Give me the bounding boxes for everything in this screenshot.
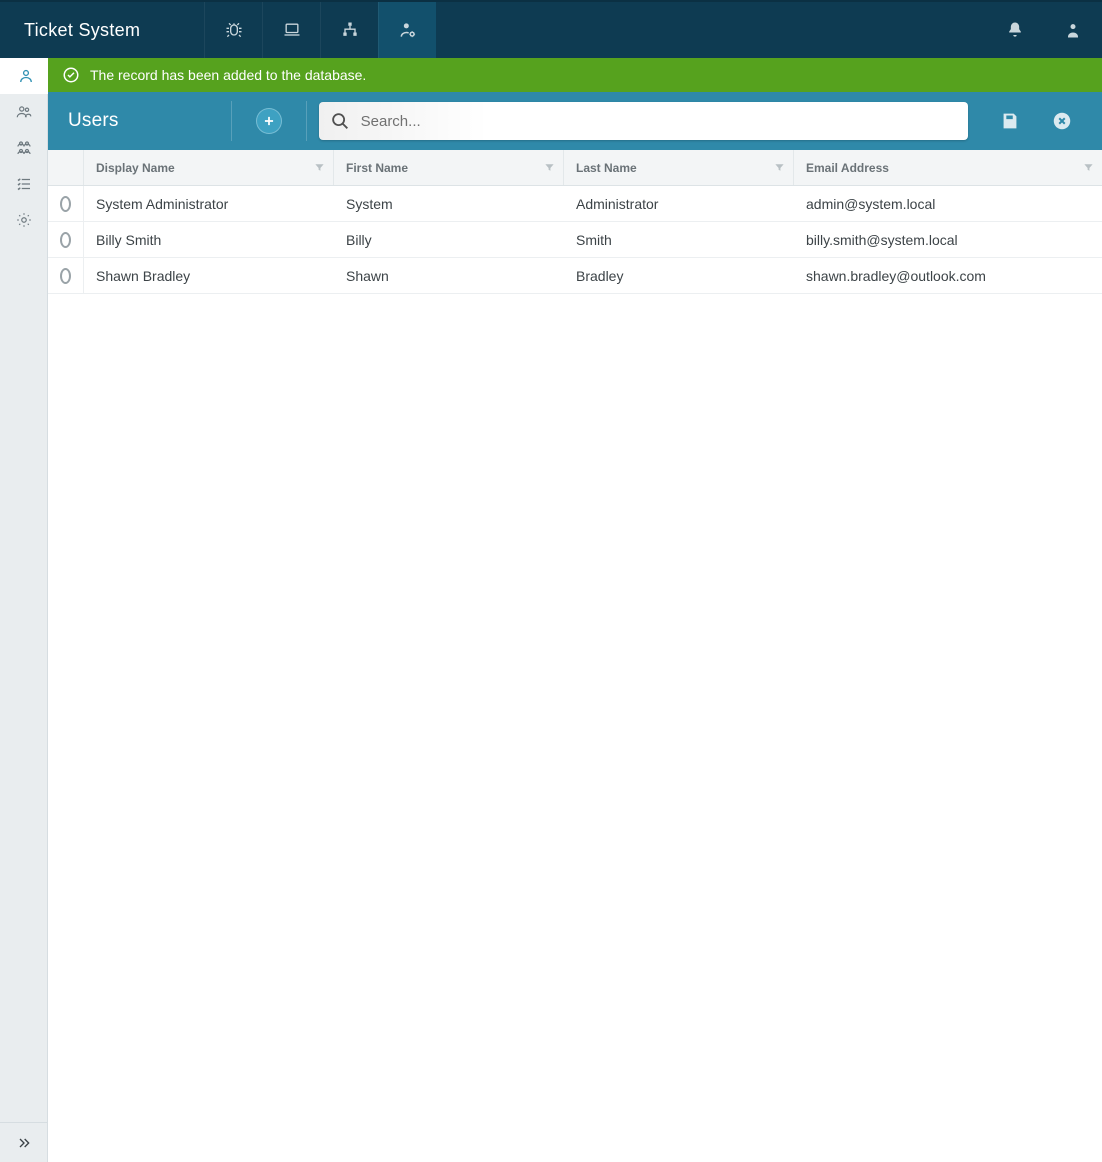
col-display-name[interactable]: Display Name: [84, 150, 334, 185]
toolbar: Users: [48, 92, 1102, 150]
cell-text: Shawn Bradley: [96, 268, 190, 284]
cell-email: admin@system.local: [794, 186, 1102, 221]
row-select-cell: [48, 186, 84, 221]
col-email[interactable]: Email Address: [794, 150, 1102, 185]
search-wrap: [319, 102, 968, 140]
laptop-icon: [282, 20, 302, 40]
cell-first-name: System: [334, 186, 564, 221]
row-select-radio[interactable]: [60, 232, 71, 248]
col-label: Display Name: [96, 161, 175, 175]
nav-bug[interactable]: [204, 2, 262, 58]
cell-text: System Administrator: [96, 196, 228, 212]
top-nav-right: [986, 2, 1102, 58]
toolbar-separator: [306, 101, 307, 141]
cell-text: billy.smith@system.local: [806, 232, 958, 248]
sidebar-item-users[interactable]: [0, 94, 48, 130]
filter-icon[interactable]: [774, 162, 785, 173]
col-select: [48, 150, 84, 185]
cell-email: shawn.bradley@outlook.com: [794, 258, 1102, 293]
filter-icon[interactable]: [314, 162, 325, 173]
cell-display-name: Billy Smith: [84, 222, 334, 257]
col-last-name[interactable]: Last Name: [564, 150, 794, 185]
table-body: System Administrator System Administrato…: [48, 186, 1102, 294]
nav-sitemap[interactable]: [320, 2, 378, 58]
notifications-button[interactable]: [986, 2, 1044, 58]
success-banner-text: The record has been added to the databas…: [90, 67, 366, 83]
col-first-name[interactable]: First Name: [334, 150, 564, 185]
bell-icon: [1005, 20, 1025, 40]
cell-display-name: Shawn Bradley: [84, 258, 334, 293]
save-icon: [999, 110, 1021, 132]
bug-icon: [224, 20, 244, 40]
add-button[interactable]: [256, 108, 282, 134]
plus-icon: [262, 114, 276, 128]
close-circle-icon: [1051, 110, 1073, 132]
table-header: Display Name First Name Last Name Email …: [48, 150, 1102, 186]
check-circle-icon: [62, 66, 80, 84]
sidebar-item-settings[interactable]: [0, 202, 48, 238]
toolbar-separator: [231, 101, 232, 141]
chevron-double-right-icon: [16, 1135, 32, 1151]
filter-icon[interactable]: [544, 162, 555, 173]
table-row[interactable]: System Administrator System Administrato…: [48, 186, 1102, 222]
col-label: First Name: [346, 161, 408, 175]
row-select-radio[interactable]: [60, 196, 71, 212]
cell-text: Billy Smith: [96, 232, 161, 248]
cell-text: shawn.bradley@outlook.com: [806, 268, 986, 284]
nav-laptop[interactable]: [262, 2, 320, 58]
cell-last-name: Administrator: [564, 186, 794, 221]
sitemap-icon: [340, 20, 360, 40]
cell-display-name: System Administrator: [84, 186, 334, 221]
account-button[interactable]: [1044, 2, 1102, 58]
user-cog-icon: [398, 20, 418, 40]
list-check-icon: [15, 175, 33, 193]
app-title: Ticket System: [0, 20, 164, 41]
cell-first-name: Shawn: [334, 258, 564, 293]
nav-user-settings[interactable]: [378, 2, 436, 58]
users-icon: [15, 103, 33, 121]
col-label: Last Name: [576, 161, 637, 175]
row-select-radio[interactable]: [60, 268, 71, 284]
success-banner: The record has been added to the databas…: [48, 58, 1102, 92]
page-title: Users: [68, 110, 119, 132]
row-select-cell: [48, 222, 84, 257]
sidebar: [0, 58, 48, 1162]
sidebar-item-structure[interactable]: [0, 130, 48, 166]
main-content: The record has been added to the databas…: [48, 58, 1102, 1162]
sidebar-expand-button[interactable]: [0, 1122, 48, 1162]
top-nav-items: [204, 2, 436, 58]
cell-text: Billy: [346, 232, 372, 248]
table-row[interactable]: Shawn Bradley Shawn Bradley shawn.bradle…: [48, 258, 1102, 294]
cell-text: Bradley: [576, 268, 623, 284]
sidebar-item-tasks[interactable]: [0, 166, 48, 202]
search-icon: [329, 110, 351, 132]
folder-tree-icon: [15, 139, 33, 157]
table-row[interactable]: Billy Smith Billy Smith billy.smith@syst…: [48, 222, 1102, 258]
save-button[interactable]: [990, 101, 1030, 141]
sidebar-item-user[interactable]: [0, 58, 48, 94]
cell-email: billy.smith@system.local: [794, 222, 1102, 257]
col-label: Email Address: [806, 161, 889, 175]
filter-icon[interactable]: [1083, 162, 1094, 173]
top-nav: Ticket System: [0, 0, 1102, 58]
user-icon: [17, 67, 35, 85]
cell-last-name: Smith: [564, 222, 794, 257]
cell-text: System: [346, 196, 393, 212]
user-badge-icon: [1063, 20, 1083, 40]
cell-text: Administrator: [576, 196, 658, 212]
cell-last-name: Bradley: [564, 258, 794, 293]
gear-icon: [15, 211, 33, 229]
cell-text: admin@system.local: [806, 196, 935, 212]
row-select-cell: [48, 258, 84, 293]
close-button[interactable]: [1042, 101, 1082, 141]
cell-text: Shawn: [346, 268, 389, 284]
cell-text: Smith: [576, 232, 612, 248]
cell-first-name: Billy: [334, 222, 564, 257]
search-input[interactable]: [361, 113, 958, 130]
